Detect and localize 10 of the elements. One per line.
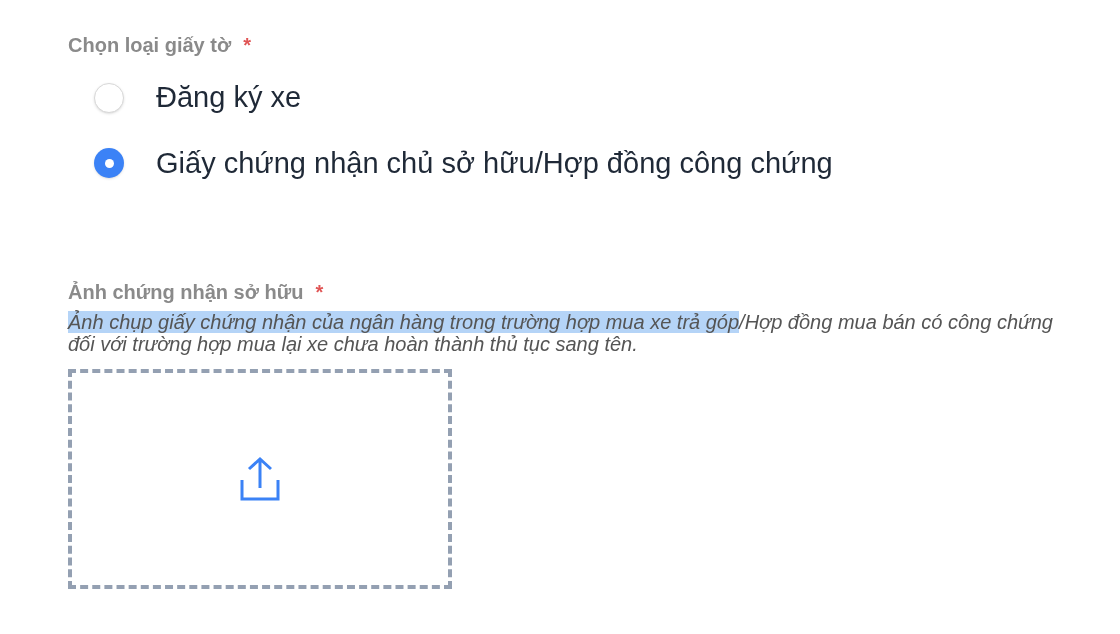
option-label: Đăng ký xe xyxy=(156,80,302,115)
required-mark: * xyxy=(243,33,251,58)
radio-button[interactable] xyxy=(94,82,124,113)
field-label: Ảnh chứng nhận sở hữu xyxy=(68,280,304,305)
field-label: Chọn loại giấy tờ xyxy=(68,33,232,58)
required-mark: * xyxy=(315,280,324,305)
radio-button[interactable] xyxy=(94,148,124,179)
upload-area[interactable] xyxy=(68,369,452,589)
field-description: Ảnh chụp giấy chứng nhận của ngân hàng trong trường hợp mua xe trả góp/Hợp đồng mua bán có công chứng đối với trường hợp mua lại xe chưa hoàn thành thủ tục sang tên. xyxy=(68,311,1054,355)
option-label: Giấy chứng nhận chủ sở hữu/Hợp đồng công chứng xyxy=(156,145,833,181)
